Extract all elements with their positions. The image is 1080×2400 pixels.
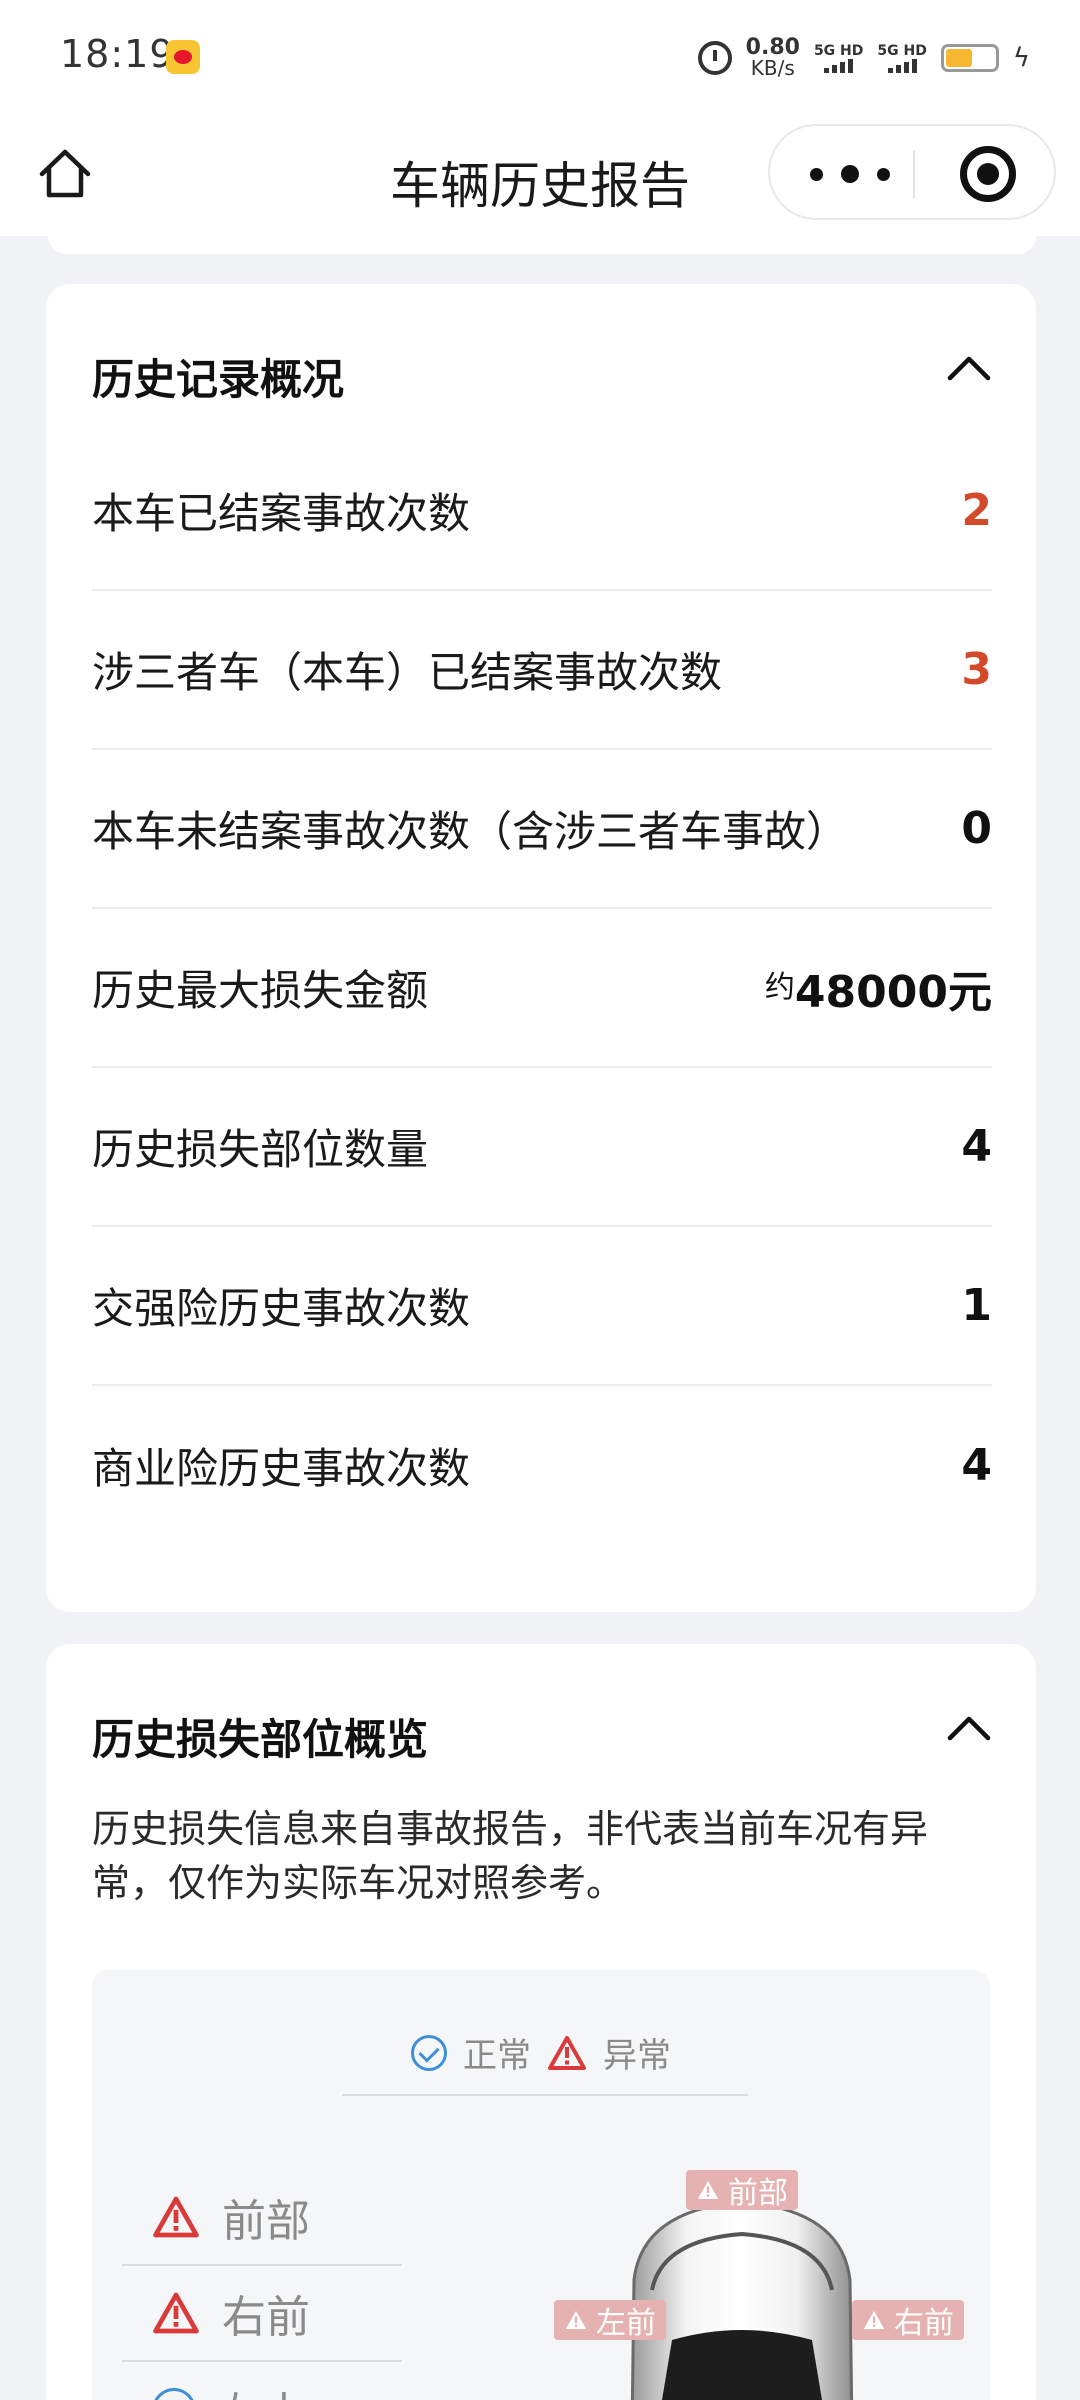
row-label: 涉三者车（本车）已结案事故次数 <box>92 648 723 697</box>
damage-diagram: 正常 异常 前部 右前 前部 左前 右前 <box>92 1970 990 2400</box>
row-value: 4 <box>961 1440 992 1491</box>
damage-overview-description: 历史损失信息来自事故报告，非代表当前车况有异常，仅作为实际车况对照参考。 <box>92 1807 929 1905</box>
damage-legend: 正常 异常 <box>92 2028 990 2077</box>
collapse-chevron-icon[interactable] <box>946 346 992 392</box>
legend-normal-label: 正常 <box>463 2036 531 2076</box>
legend-abnormal-label: 异常 <box>603 2036 671 2076</box>
charging-icon: ϟ <box>1012 43 1030 73</box>
alarm-icon <box>697 41 732 75</box>
row-value-amount: 48000元 <box>794 966 992 1018</box>
row-label: 交强险历史事故次数 <box>92 1284 471 1333</box>
close-miniprogram-icon[interactable] <box>960 146 1016 202</box>
part-label: 前部 <box>222 2196 310 2247</box>
car-tag-right-front[interactable]: 右前 <box>852 2300 964 2341</box>
legend-divider <box>342 2094 748 2096</box>
check-circle-icon <box>411 2034 447 2071</box>
history-overview-list: 本车已结案事故次数 2 涉三者车（本车）已结案事故次数 3 本车未结案事故次数（… <box>92 432 992 1545</box>
row-value: 2 <box>961 485 992 536</box>
car-tag-label: 左前 <box>596 2306 656 2341</box>
warning-triangle-icon <box>548 2035 586 2070</box>
signal-bars-icon <box>814 59 863 73</box>
signal-sim1-label: 5G HD <box>813 43 864 59</box>
car-tag-left-front[interactable]: 左前 <box>554 2300 666 2341</box>
overview-row-open-accidents: 本车未结案事故次数（含涉三者车事故） 0 <box>92 750 992 909</box>
row-value: 3 <box>961 644 992 695</box>
history-overview-card: 历史记录概况 本车已结案事故次数 2 涉三者车（本车）已结案事故次数 3 本车未… <box>46 284 1036 1612</box>
part-item[interactable]: 前部 <box>122 2170 402 2266</box>
overview-row-damaged-parts: 历史损失部位数量 4 <box>92 1068 992 1227</box>
car-tag-label: 右前 <box>894 2306 954 2341</box>
signal-sim1: 5G HD <box>814 43 863 73</box>
mini-program-capsule <box>768 124 1056 220</box>
network-speed-value: 0.80 <box>745 35 800 60</box>
collapse-chevron-icon[interactable] <box>946 1706 992 1752</box>
signal-bars-icon <box>877 59 926 73</box>
damage-overview-card: 历史损失部位概览 历史损失信息来自事故报告，非代表当前车况有异常，仅作为实际车况… <box>46 1644 1036 2400</box>
previous-card-edge <box>48 236 1036 254</box>
capsule-divider <box>913 150 915 198</box>
row-value: 4 <box>961 1121 992 1172</box>
status-bar: 18:19 0.80 KB/s 5G HD 5G HD ϟ <box>0 0 1080 116</box>
row-label: 历史损失部位数量 <box>92 1125 429 1174</box>
nav-bar: 车辆历史报告 <box>0 116 1080 236</box>
overview-row-max-loss: 历史最大损失金额 约48000元 <box>92 909 992 1068</box>
more-icon[interactable] <box>810 156 890 192</box>
signal-sim2-label: 5G HD <box>877 43 927 59</box>
car-tag-label: 前部 <box>728 2176 788 2211</box>
weibo-notification-icon <box>166 40 200 74</box>
overview-row-compulsory-insurance: 交强险历史事故次数 1 <box>92 1227 992 1386</box>
battery-level-fill <box>945 49 972 67</box>
damaged-parts-list: 前部 右前 左中 <box>122 2170 402 2400</box>
row-label: 本车未结案事故次数（含涉三者车事故） <box>92 807 849 856</box>
battery-icon <box>940 44 999 72</box>
car-top-view: 前部 左前 右前 <box>512 2170 972 2400</box>
warning-triangle-icon <box>153 2292 199 2334</box>
damage-overview-title: 历史损失部位概览 <box>92 1715 429 1764</box>
overview-row-third-party-accidents: 涉三者车（本车）已结案事故次数 3 <box>92 591 992 750</box>
part-label: 左中 <box>218 2378 306 2400</box>
signal-sim2: 5G HD <box>877 43 927 73</box>
status-time: 18:19 <box>60 32 175 76</box>
row-value-prefix: 约 <box>764 969 795 1005</box>
warning-triangle-icon <box>153 2196 199 2238</box>
row-value: 0 <box>961 803 992 854</box>
warning-triangle-icon <box>863 2311 885 2329</box>
row-label: 商业险历史事故次数 <box>92 1444 471 1493</box>
check-circle-icon <box>152 2388 196 2400</box>
row-label: 本车已结案事故次数 <box>92 489 471 538</box>
car-tag-front[interactable]: 前部 <box>686 2170 798 2211</box>
row-value: 1 <box>961 1280 992 1331</box>
status-indicators: 0.80 KB/s 5G HD 5G HD ϟ <box>697 34 1030 82</box>
row-value: 约48000元 <box>765 956 992 1020</box>
warning-triangle-icon <box>565 2311 587 2329</box>
part-item[interactable]: 右前 <box>122 2266 402 2362</box>
row-label: 历史最大损失金额 <box>92 966 429 1015</box>
part-label: 右前 <box>222 2292 310 2343</box>
warning-triangle-icon <box>697 2181 719 2199</box>
history-overview-title: 历史记录概况 <box>92 355 345 404</box>
network-speed: 0.80 KB/s <box>745 35 800 80</box>
network-speed-unit: KB/s <box>750 56 795 80</box>
overview-row-closed-accidents: 本车已结案事故次数 2 <box>92 432 992 591</box>
part-item[interactable]: 左中 <box>122 2362 402 2400</box>
overview-row-commercial-insurance: 商业险历史事故次数 4 <box>92 1386 992 1545</box>
